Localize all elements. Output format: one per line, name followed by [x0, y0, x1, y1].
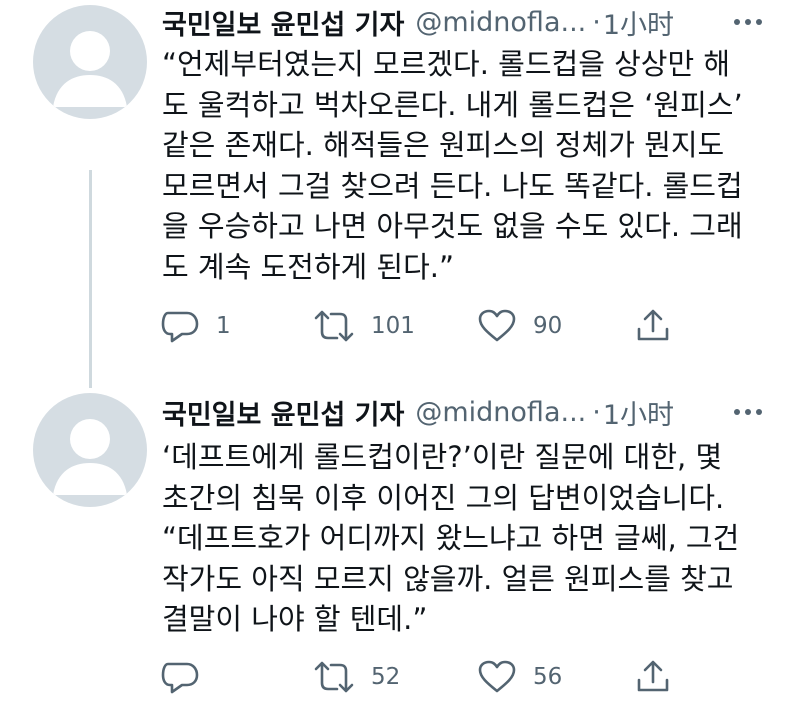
like-icon — [478, 660, 516, 693]
like-icon — [478, 309, 516, 342]
timestamp[interactable]: 1小时 — [603, 393, 674, 432]
retweet-button[interactable]: 52 — [313, 657, 400, 697]
tweet-text-line: 모르면서 그걸 찾으려 든다. 나도 똑같다. 롤드컵 — [162, 168, 743, 203]
like-count: 56 — [533, 664, 563, 690]
tweet-text: “언제부터였는지 모르겠다. 롤드컵을 상상만 해 도 울컥하고 벅차오른다. … — [162, 44, 782, 288]
more-button[interactable] — [730, 394, 766, 430]
tweet-text-line: 같은 존재다. 해적들은 원피스의 정체가 뭔지도 — [162, 128, 725, 163]
default-avatar-icon — [53, 31, 127, 107]
author-handle[interactable]: @midnofla... — [415, 7, 586, 38]
author-handle[interactable]: @midnofla... — [415, 397, 586, 428]
retweet-icon — [314, 310, 354, 342]
timestamp[interactable]: 1小时 — [603, 3, 674, 42]
tweet-text-line: 초간의 침묵 이후 이어진 그의 답변이었습니다. — [162, 480, 725, 515]
tweet-text-line: 작가도 아직 모르지 않을까. 얼른 원피스를 찾고 — [162, 561, 734, 596]
tweet-header: 국민일보 윤민섭 기자 @midnofla... · 1小时 — [162, 392, 674, 432]
share-button[interactable] — [636, 306, 670, 346]
tweet-text-line: ‘데프트에게 롤드컵이란?’이란 질문에 대한, 몇 — [162, 440, 723, 474]
tweet-actions: 52 56 — [160, 657, 700, 697]
tweet-header: 국민일보 윤민섭 기자 @midnofla... · 1小时 — [162, 2, 674, 42]
share-icon — [637, 309, 669, 341]
separator-dot: · — [592, 6, 601, 38]
tweet-text-line: 도 계속 도전하게 된다.” — [162, 249, 455, 284]
share-icon — [637, 660, 669, 692]
reply-icon — [161, 662, 199, 694]
reply-icon — [161, 311, 199, 343]
tweet-text-line: 결말이 나야 할 텐데.” — [162, 602, 428, 637]
avatar[interactable] — [33, 5, 147, 119]
tweet-text-line: 도 울컥하고 벅차오른다. 내게 롤드컵은 ‘원피스’ — [162, 87, 743, 122]
separator-dot: · — [592, 396, 601, 428]
more-button[interactable] — [730, 4, 766, 40]
author-name[interactable]: 국민일보 윤민섭 기자 — [162, 3, 404, 42]
like-count: 90 — [533, 313, 563, 339]
retweet-button[interactable]: 101 — [313, 306, 415, 346]
tweet-text-line: “데프트호가 어디까지 왔느냐고 하면 글쎄, 그건 — [162, 521, 740, 556]
like-button[interactable]: 90 — [477, 306, 562, 346]
thread-connector-line — [89, 170, 92, 388]
more-dots-icon — [734, 409, 762, 415]
tweet-text-line: 을 우승하고 나면 아무것도 없을 수도 있다. 그래 — [162, 209, 743, 244]
retweet-icon — [314, 661, 354, 693]
reply-button[interactable] — [160, 657, 216, 697]
tweet-text-line: “언제부터였는지 모르겠다. 롤드컵을 상상만 해 — [162, 47, 731, 81]
share-button[interactable] — [636, 657, 670, 697]
author-name[interactable]: 국민일보 윤민섭 기자 — [162, 393, 404, 432]
default-avatar-icon — [53, 419, 127, 495]
more-dots-icon — [734, 19, 762, 25]
retweet-count: 101 — [371, 313, 415, 339]
avatar[interactable] — [33, 393, 147, 507]
retweet-count: 52 — [371, 664, 401, 690]
tweet-text: ‘데프트에게 롤드컵이란?’이란 질문에 대한, 몇 초간의 침묵 이후 이어진… — [162, 437, 782, 640]
tweet-actions: 1 101 90 — [160, 306, 700, 346]
like-button[interactable]: 56 — [477, 657, 562, 697]
reply-count: 1 — [216, 313, 231, 339]
reply-button[interactable]: 1 — [160, 306, 231, 346]
